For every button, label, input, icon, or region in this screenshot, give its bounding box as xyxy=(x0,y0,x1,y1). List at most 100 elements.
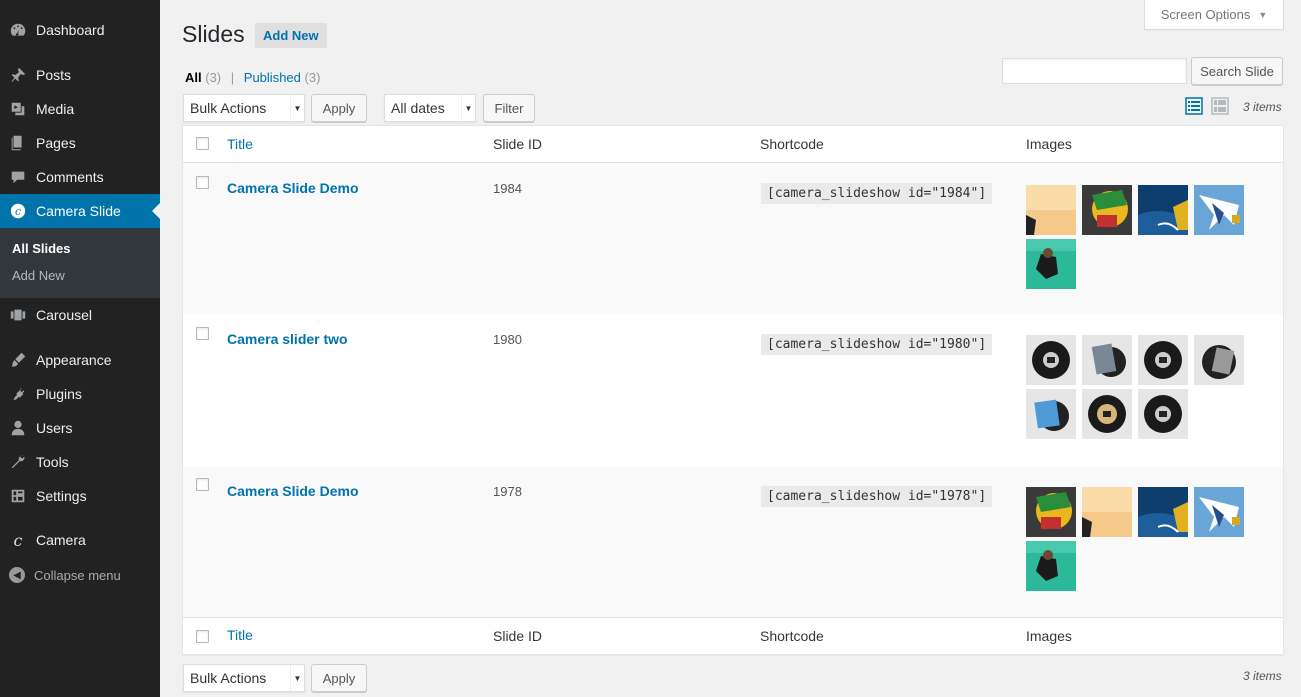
column-slide-id: Slide ID xyxy=(493,136,543,152)
menu-comments[interactable]: Comments xyxy=(0,160,160,194)
filter-published-link[interactable]: Published xyxy=(244,70,301,85)
admin-sidebar: Dashboard Posts Media Pages Comments c C… xyxy=(0,0,160,697)
paintbrush-icon xyxy=(0,351,36,369)
dropdown-arrow-icon: ▼ xyxy=(290,95,304,121)
slide-thumbnail xyxy=(1194,335,1244,385)
user-icon xyxy=(0,419,36,437)
menu-label: Carousel xyxy=(36,307,93,323)
table-row: Camera Slide Demo 1978 [camera_slideshow… xyxy=(183,466,1283,617)
menu-appearance[interactable]: Appearance xyxy=(0,343,160,377)
shortcode: [camera_slideshow id="1978"] xyxy=(761,486,993,507)
menu-plugins[interactable]: Plugins xyxy=(0,377,160,411)
date-filter-select[interactable]: All dates ▼ xyxy=(384,94,476,122)
slide-id: 1984 xyxy=(493,181,522,196)
dropdown-arrow-icon: ▼ xyxy=(290,665,304,691)
column-shortcode: Shortcode xyxy=(760,136,824,152)
slide-thumbnail xyxy=(1026,389,1076,439)
row-checkbox[interactable] xyxy=(196,176,209,189)
collapse-arrow-icon: ◀ xyxy=(0,567,34,583)
slides-table: Title Slide ID Shortcode Images Camera S… xyxy=(182,125,1284,655)
collapse-label: Collapse menu xyxy=(34,567,121,583)
column-slide-id: Slide ID xyxy=(493,628,543,644)
row-title-link[interactable]: Camera Slide Demo xyxy=(227,483,359,499)
slide-thumbnail xyxy=(1026,185,1076,235)
filter-all-link[interactable]: All xyxy=(185,70,202,85)
screen-options-button[interactable]: Screen Options ▼ xyxy=(1144,0,1284,30)
menu-label: Camera xyxy=(36,532,86,548)
bulk-actions-select-bottom[interactable]: Bulk Actions ▼ xyxy=(183,664,305,692)
menu-pages[interactable]: Pages xyxy=(0,126,160,160)
slide-thumbnail xyxy=(1026,487,1076,537)
plug-icon xyxy=(0,385,36,403)
menu-label: Tools xyxy=(36,454,69,470)
search-input[interactable] xyxy=(1002,58,1187,84)
table-row: Camera Slide Demo 1984 [camera_slideshow… xyxy=(183,163,1283,314)
row-checkbox[interactable] xyxy=(196,327,209,340)
menu-label: Camera Slide xyxy=(36,203,121,219)
menu-settings[interactable]: Settings xyxy=(0,479,160,513)
camera-c-icon: c xyxy=(13,530,23,550)
submenu-add-new[interactable]: Add New xyxy=(12,268,65,283)
table-footer: Title Slide ID Shortcode Images xyxy=(183,617,1283,654)
slide-thumbnail xyxy=(1026,239,1076,289)
date-filter-value: All dates xyxy=(391,100,445,116)
search-slide-button[interactable]: Search Slide xyxy=(1191,57,1283,85)
menu-posts[interactable]: Posts xyxy=(0,58,160,92)
menu-label: Pages xyxy=(36,135,76,151)
slide-thumbnail xyxy=(1082,185,1132,235)
table-header: Title Slide ID Shortcode Images xyxy=(183,126,1283,163)
filter-all-count: (3) xyxy=(205,70,222,85)
settings-icon xyxy=(0,487,36,505)
slide-thumbnail xyxy=(1138,335,1188,385)
select-all-checkbox-footer[interactable] xyxy=(196,630,209,643)
slide-thumbnail xyxy=(1138,389,1188,439)
shortcode: [camera_slideshow id="1984"] xyxy=(761,183,993,204)
comment-icon xyxy=(0,168,36,186)
column-title[interactable]: Title xyxy=(227,627,253,643)
menu-tools[interactable]: Tools xyxy=(0,445,160,479)
column-title[interactable]: Title xyxy=(227,136,253,152)
menu-label: Plugins xyxy=(36,386,82,402)
wrench-icon xyxy=(0,453,36,471)
apply-button-top[interactable]: Apply xyxy=(311,94,367,122)
media-icon xyxy=(0,100,36,118)
collapse-menu[interactable]: ◀ Collapse menu xyxy=(0,563,160,587)
menu-label: Appearance xyxy=(36,352,112,368)
camera-c-icon: c xyxy=(0,202,36,220)
menu-dashboard[interactable]: Dashboard xyxy=(0,13,160,47)
slide-id: 1980 xyxy=(493,332,522,347)
menu-camera[interactable]: c Camera xyxy=(0,523,160,557)
select-all-checkbox[interactable] xyxy=(196,137,209,150)
pages-icon xyxy=(0,134,36,152)
slide-thumbnail xyxy=(1026,335,1076,385)
menu-label: Media xyxy=(36,101,75,117)
submenu-all-slides[interactable]: All Slides xyxy=(12,241,71,256)
slide-thumbnail xyxy=(1138,185,1188,235)
menu-carousel[interactable]: Carousel xyxy=(0,298,160,332)
slide-thumbnail xyxy=(1138,487,1188,537)
menu-media[interactable]: Media xyxy=(0,92,160,126)
carousel-icon xyxy=(0,306,36,324)
shortcode: [camera_slideshow id="1980"] xyxy=(761,334,993,355)
slide-thumbnail xyxy=(1082,335,1132,385)
bulk-actions-value: Bulk Actions xyxy=(190,670,267,686)
apply-button-bottom[interactable]: Apply xyxy=(311,664,367,692)
menu-label: Posts xyxy=(36,67,72,83)
menu-users[interactable]: Users xyxy=(0,411,160,445)
add-new-button[interactable]: Add New xyxy=(255,23,327,48)
column-shortcode: Shortcode xyxy=(760,628,824,644)
bulk-actions-value: Bulk Actions xyxy=(190,100,267,116)
row-title-link[interactable]: Camera Slide Demo xyxy=(227,180,359,196)
slide-id: 1978 xyxy=(493,484,522,499)
row-checkbox[interactable] xyxy=(196,478,209,491)
dashboard-icon xyxy=(0,21,36,39)
list-view-icon[interactable] xyxy=(1185,97,1203,115)
pushpin-icon xyxy=(0,66,36,84)
row-title-link[interactable]: Camera slider two xyxy=(227,331,348,347)
excerpt-view-icon[interactable] xyxy=(1211,97,1229,115)
dropdown-arrow-icon: ▼ xyxy=(461,95,475,121)
slide-thumbnail xyxy=(1082,487,1132,537)
bulk-actions-select[interactable]: Bulk Actions ▼ xyxy=(183,94,305,122)
menu-camera-slide[interactable]: c Camera Slide xyxy=(0,194,160,228)
filter-button[interactable]: Filter xyxy=(483,94,535,122)
